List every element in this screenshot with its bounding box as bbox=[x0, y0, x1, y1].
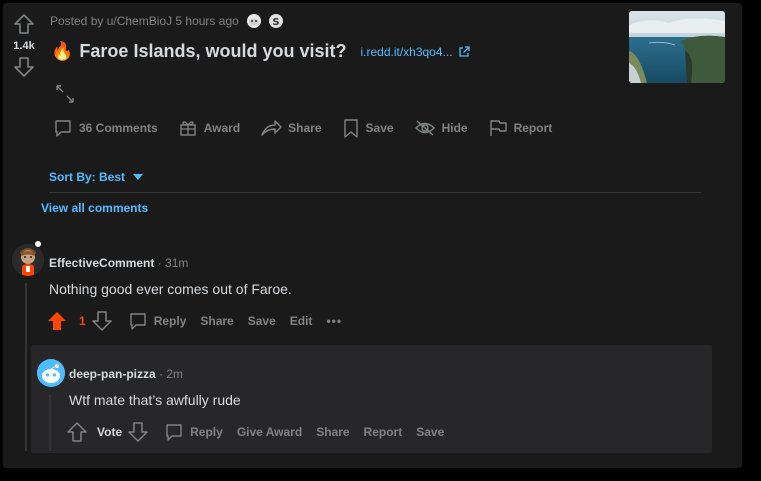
post-time: 5 hours ago bbox=[175, 14, 239, 28]
fire-emoji-icon: 🔥 bbox=[51, 41, 74, 61]
post-title-row: 🔥 Faroe Islands, would you visit? i.redd… bbox=[51, 41, 470, 62]
share-label: Share bbox=[288, 121, 322, 135]
gift-icon bbox=[180, 121, 196, 136]
comment-author[interactable]: EffectiveComment bbox=[49, 256, 154, 270]
edit-label: Edit bbox=[289, 314, 313, 328]
save-button[interactable]: Save bbox=[342, 118, 394, 138]
save-button[interactable]: Save bbox=[248, 314, 276, 328]
comment-actions: 1 Reply Share Save Edit ••• bbox=[47, 311, 356, 331]
award-silver-icon: S bbox=[268, 14, 283, 28]
hide-label: Hide bbox=[441, 121, 468, 135]
share-button[interactable]: Share bbox=[316, 425, 349, 439]
post-card: 1.4k Posted by u/ChemBioJ 5 hours ago S … bbox=[3, 3, 742, 468]
divider bbox=[49, 192, 701, 193]
post-title[interactable]: Faroe Islands, would you visit? bbox=[79, 41, 346, 62]
save-label: Save bbox=[416, 425, 445, 439]
thread-line[interactable] bbox=[25, 283, 27, 451]
share-label: Share bbox=[200, 314, 234, 328]
view-all-comments-link[interactable]: View all comments bbox=[41, 201, 148, 215]
avatar[interactable] bbox=[12, 244, 44, 276]
comment-body: Nothing good ever comes out of Faroe. bbox=[49, 281, 292, 297]
post-actions: 36 Comments Award Share Save Hide Report bbox=[53, 118, 572, 138]
post-link[interactable]: i.redd.it/xh3qo4... bbox=[360, 45, 452, 59]
post-meta: Posted by u/ChemBioJ 5 hours ago S bbox=[50, 14, 283, 28]
give-award-label: Give Award bbox=[236, 425, 303, 439]
vote-label: Vote bbox=[97, 425, 123, 439]
flag-icon bbox=[489, 120, 507, 136]
downvote-arrow-icon[interactable] bbox=[13, 56, 35, 78]
vote-column: 1.4k bbox=[11, 13, 37, 78]
award-label: Award bbox=[203, 121, 241, 135]
hide-button[interactable]: Hide bbox=[414, 118, 468, 138]
svg-text:S: S bbox=[272, 17, 279, 28]
report-button[interactable]: Report bbox=[364, 425, 403, 439]
more-options-icon: ••• bbox=[326, 314, 343, 328]
give-award-button[interactable]: Give Award bbox=[237, 425, 302, 439]
share-icon bbox=[261, 120, 282, 136]
thread-line[interactable] bbox=[49, 395, 51, 451]
comment-score: 1 bbox=[79, 314, 86, 328]
external-link-icon[interactable] bbox=[458, 45, 470, 58]
downvote-arrow-icon[interactable] bbox=[128, 422, 148, 442]
expand-icon[interactable] bbox=[55, 84, 75, 104]
comment-body: Wtf mate that’s awfully rude bbox=[69, 392, 241, 408]
nested-comment: deep-pan-pizza · 2m Wtf mate that’s awfu… bbox=[31, 345, 712, 453]
save-label: Save bbox=[365, 121, 394, 135]
share-button[interactable]: Share bbox=[200, 314, 233, 328]
comment-vote: Vote bbox=[67, 422, 154, 442]
edit-button[interactable]: Edit bbox=[290, 314, 313, 328]
comments-button[interactable]: 36 Comments bbox=[53, 118, 158, 138]
comment-icon bbox=[129, 313, 146, 330]
share-button[interactable]: Share bbox=[260, 118, 322, 138]
comment-time: · 31m bbox=[157, 256, 189, 270]
reply-button[interactable]: Reply bbox=[128, 311, 187, 331]
award-helpful-icon bbox=[246, 14, 261, 28]
comment-icon bbox=[166, 424, 182, 441]
comments-label: 36 Comments bbox=[79, 121, 158, 135]
award-button[interactable]: Award bbox=[178, 118, 240, 138]
reply-label: Reply bbox=[190, 425, 223, 439]
comment-author[interactable]: deep-pan-pizza bbox=[69, 367, 156, 381]
upvote-filled-icon[interactable] bbox=[47, 311, 67, 331]
save-label: Save bbox=[247, 314, 276, 328]
post-thumbnail[interactable] bbox=[629, 11, 725, 83]
comment-time: · 2m bbox=[159, 367, 184, 381]
posted-by[interactable]: Posted by u/ChemBioJ bbox=[50, 14, 172, 28]
avatar[interactable] bbox=[37, 359, 65, 387]
comment-vote: 1 bbox=[47, 311, 118, 331]
sort-label: Sort By: Best bbox=[49, 170, 126, 184]
online-status-icon bbox=[34, 240, 42, 248]
upvote-arrow-icon[interactable] bbox=[67, 422, 87, 442]
hide-eye-icon bbox=[414, 120, 435, 136]
reply-label: Reply bbox=[153, 314, 187, 328]
vote-count: 1.4k bbox=[13, 40, 35, 52]
more-options-button[interactable]: ••• bbox=[326, 314, 342, 328]
report-button[interactable]: Report bbox=[488, 118, 553, 138]
save-button[interactable]: Save bbox=[416, 425, 444, 439]
comment-icon bbox=[55, 120, 71, 137]
report-label: Report bbox=[363, 425, 403, 439]
report-label: Report bbox=[513, 121, 553, 135]
share-label: Share bbox=[316, 425, 350, 439]
reply-button[interactable]: Reply bbox=[164, 422, 223, 442]
downvote-arrow-icon[interactable] bbox=[91, 311, 112, 331]
upvote-arrow-icon[interactable] bbox=[13, 13, 35, 35]
comment-actions: Vote Reply Give Award Share Report Save bbox=[67, 422, 458, 442]
comment-author-row: deep-pan-pizza · 2m bbox=[69, 367, 183, 381]
caret-down-icon bbox=[133, 174, 144, 180]
sort-dropdown[interactable]: Sort By: Best bbox=[49, 170, 144, 184]
bookmark-icon bbox=[343, 119, 358, 138]
comment-author-row: EffectiveComment · 31m bbox=[49, 256, 188, 270]
